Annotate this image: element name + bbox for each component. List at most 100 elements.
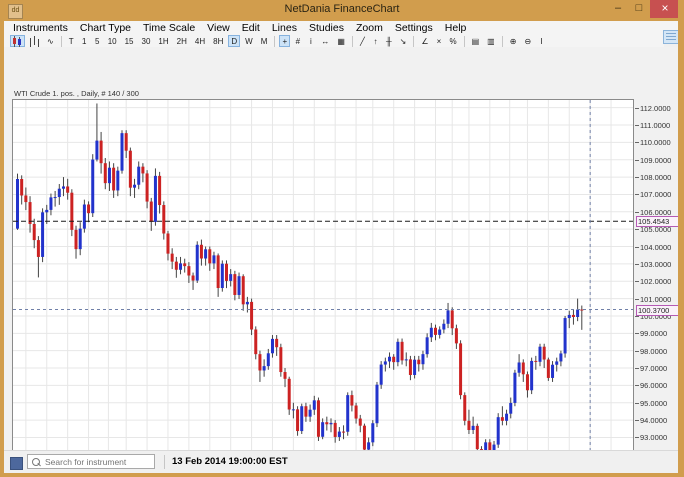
panel-toggle-icon[interactable] bbox=[663, 30, 678, 44]
grid-button[interactable]: # bbox=[292, 35, 303, 47]
trendline-button[interactable]: ╱ bbox=[357, 35, 368, 47]
price-tick-label: 109.0000 bbox=[640, 155, 672, 165]
chart-panel: WTI Crude 1. pos. , Daily, # 140 / 300 1… bbox=[4, 47, 678, 473]
toolbar-separator bbox=[413, 35, 415, 47]
status-bar: 13 Feb 2014 19:00:00 EST bbox=[4, 450, 678, 473]
price-axis[interactable]: 112.0000 111.0000 110.0000 109.0000 108.0000… bbox=[635, 94, 678, 473]
price-tick-label: 110.0000 bbox=[640, 138, 671, 148]
candlestick-chart[interactable] bbox=[12, 99, 634, 475]
zoom-out-button[interactable]: ⊖ bbox=[521, 35, 534, 47]
timeframe-8h-button[interactable]: 8H bbox=[210, 35, 226, 47]
pan-button[interactable]: ↔ bbox=[318, 35, 332, 47]
timeframe-daily-button[interactable]: D bbox=[228, 35, 241, 47]
search-input[interactable] bbox=[43, 455, 154, 468]
price-tick-mark bbox=[635, 402, 639, 404]
price-tick-label: 104.0000 bbox=[640, 242, 672, 252]
price-tick-mark bbox=[635, 159, 639, 161]
info-button[interactable]: i bbox=[305, 35, 316, 47]
maximize-button[interactable]: □ bbox=[629, 0, 649, 18]
vertical-line-button[interactable]: ↑ bbox=[370, 35, 381, 47]
price-tick-mark bbox=[635, 263, 639, 265]
timeframe-1h-button[interactable]: 1H bbox=[155, 35, 171, 47]
bar-chart-button[interactable] bbox=[27, 35, 42, 47]
timeframe-tick-button[interactable]: T bbox=[66, 35, 77, 47]
price-tick-mark bbox=[635, 107, 639, 109]
timeframe-monthly-button[interactable]: M bbox=[258, 35, 271, 47]
price-tick-mark bbox=[635, 298, 639, 300]
statusbar-datetime: 13 Feb 2014 19:00:00 EST bbox=[172, 456, 288, 467]
price-tick-mark bbox=[635, 437, 639, 439]
menu-help[interactable]: Help bbox=[439, 22, 473, 34]
candlestick-chart-icon bbox=[13, 35, 22, 47]
price-tick-mark bbox=[635, 420, 639, 422]
timeframe-30m-button[interactable]: 30 bbox=[139, 35, 154, 47]
timeframe-5m-button[interactable]: 5 bbox=[92, 35, 103, 47]
price-tick-label: 103.0000 bbox=[640, 259, 672, 269]
bar-chart-icon bbox=[30, 35, 39, 47]
menu-edit[interactable]: Edit bbox=[236, 22, 266, 34]
angle-button[interactable]: ∠ bbox=[418, 35, 431, 47]
price-tick-mark bbox=[635, 142, 639, 144]
price-tick-label: 98.0000 bbox=[640, 346, 668, 356]
measure-button[interactable]: I bbox=[536, 35, 547, 47]
timeframe-10m-button[interactable]: 10 bbox=[105, 35, 120, 47]
menu-chart-type[interactable]: Chart Type bbox=[74, 22, 137, 34]
price-tick-mark bbox=[635, 246, 639, 248]
connection-status-icon bbox=[10, 457, 23, 470]
price-tick-mark bbox=[635, 333, 639, 335]
price-tick-mark bbox=[635, 350, 639, 352]
timeframe-1m-button[interactable]: 1 bbox=[79, 35, 90, 47]
zoom-in-button[interactable]: ⊕ bbox=[507, 35, 520, 47]
price-tick-mark bbox=[635, 229, 639, 231]
print-button[interactable]: ▤ bbox=[469, 35, 483, 47]
menu-view[interactable]: View bbox=[201, 22, 236, 34]
price-tick-label: 111.0000 bbox=[640, 120, 671, 130]
timeframe-4h-button[interactable]: 4H bbox=[192, 35, 208, 47]
toolbar-separator bbox=[501, 35, 503, 47]
indicator-button[interactable]: ▦ bbox=[334, 35, 348, 47]
price-tick-label: 102.0000 bbox=[640, 277, 672, 287]
price-tick-mark bbox=[635, 194, 639, 196]
hline-price-readout: 105.4543 bbox=[636, 216, 678, 228]
price-tick-label: 108.0000 bbox=[640, 173, 672, 183]
timeframe-weekly-button[interactable]: W bbox=[242, 35, 256, 47]
arrow-draw-button[interactable]: ↘ bbox=[397, 35, 410, 47]
menu-studies[interactable]: Studies bbox=[303, 22, 350, 34]
menu-instruments[interactable]: Instruments bbox=[7, 22, 74, 34]
statusbar-divider bbox=[164, 455, 165, 469]
search-icon bbox=[32, 457, 40, 466]
toolbar-separator bbox=[274, 35, 276, 47]
price-tick-mark bbox=[635, 385, 639, 387]
crosshair-price-readout: 100.3700 bbox=[636, 304, 678, 316]
price-tick-mark bbox=[635, 368, 639, 370]
delete-drawing-button[interactable]: × bbox=[433, 35, 444, 47]
instrument-search-box[interactable] bbox=[27, 454, 155, 469]
price-tick-mark bbox=[635, 211, 639, 213]
price-tick-label: 112.0000 bbox=[640, 103, 671, 113]
parallel-channel-button[interactable]: ╫ bbox=[383, 35, 395, 47]
percent-button[interactable]: % bbox=[446, 35, 459, 47]
timeframe-15m-button[interactable]: 15 bbox=[122, 35, 137, 47]
price-tick-mark bbox=[635, 281, 639, 283]
toolbar-separator bbox=[351, 35, 353, 47]
title-bar[interactable]: dd NetDania FinanceChart – □ × bbox=[4, 0, 678, 21]
menu-zoom[interactable]: Zoom bbox=[350, 22, 389, 34]
crosshair-button[interactable]: + bbox=[279, 35, 291, 47]
menu-lines[interactable]: Lines bbox=[266, 22, 303, 34]
line-chart-button[interactable]: ∿ bbox=[44, 35, 57, 47]
menu-settings[interactable]: Settings bbox=[389, 22, 439, 34]
application-window: dd NetDania FinanceChart – □ × Instrumen… bbox=[0, 0, 684, 477]
close-button[interactable]: × bbox=[650, 0, 678, 18]
minimize-button[interactable]: – bbox=[608, 0, 628, 18]
menu-time-scale[interactable]: Time Scale bbox=[137, 22, 201, 34]
price-tick-label: 95.0000 bbox=[640, 398, 668, 408]
print-preview-button[interactable]: ▥ bbox=[484, 35, 498, 47]
price-tick-mark bbox=[635, 124, 639, 126]
toolbar-separator bbox=[463, 35, 465, 47]
instrument-legend: WTI Crude 1. pos. , Daily, # 140 / 300 bbox=[14, 89, 139, 98]
price-tick-label: 101.0000 bbox=[640, 294, 672, 304]
price-tick-label: 97.0000 bbox=[640, 364, 668, 374]
timeframe-2h-button[interactable]: 2H bbox=[174, 35, 190, 47]
candlestick-chart-button[interactable] bbox=[10, 35, 25, 47]
price-tick-label: 107.0000 bbox=[640, 190, 672, 200]
